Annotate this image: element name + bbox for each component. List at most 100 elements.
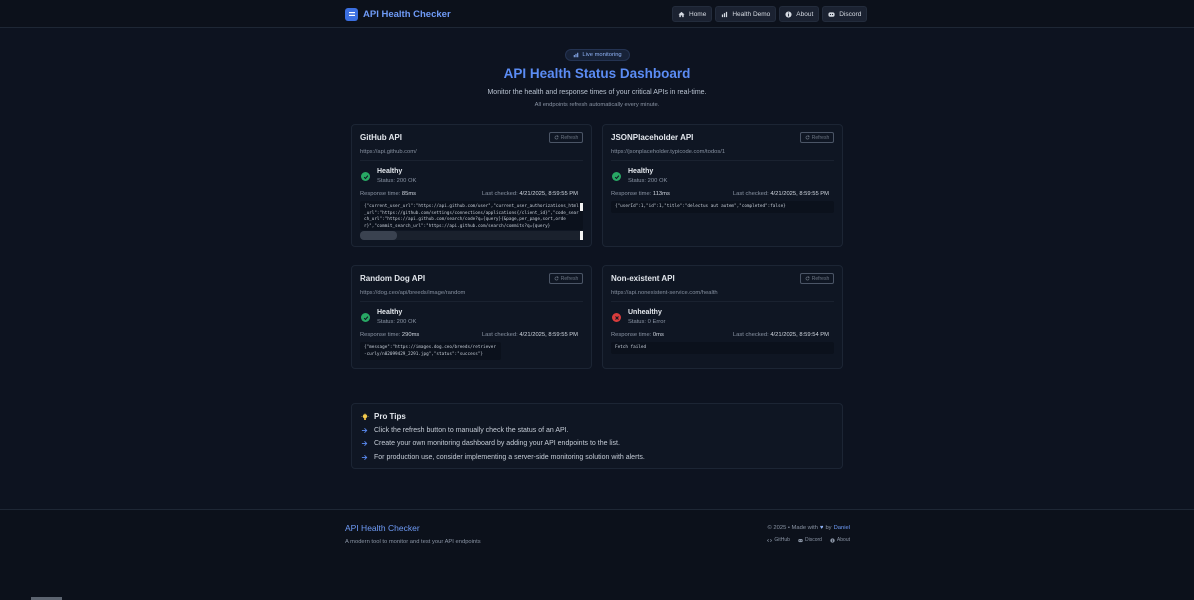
response-time-label: Response time: <box>360 332 401 338</box>
divider <box>360 160 583 161</box>
pro-tips-title: Pro Tips <box>374 412 406 421</box>
last-checked: Last checked: 4/21/2025, 8:59:54 PM <box>733 332 829 338</box>
code-icon <box>767 538 773 542</box>
refresh-label: Refresh <box>560 275 579 282</box>
refresh-icon <box>805 276 810 281</box>
response-text: Fetch failed <box>615 345 647 350</box>
divider <box>360 301 583 302</box>
tip-item: For production use, consider implementin… <box>361 454 645 461</box>
discord-icon <box>828 11 835 17</box>
status-label: Healthy <box>377 309 403 316</box>
response-time-label: Response time: <box>360 191 401 197</box>
status-code: Status: 200 OK <box>628 178 668 184</box>
response-time-label: Response time: <box>611 191 652 197</box>
last-checked-label: Last checked: <box>481 191 518 197</box>
status-code: Status: 200 OK <box>377 319 417 325</box>
footer-link-github[interactable]: GitHub <box>767 537 790 543</box>
refresh-button[interactable]: Refresh <box>800 132 834 143</box>
refresh-label: Refresh <box>811 134 830 141</box>
divider <box>611 160 834 161</box>
footer-link-label: About <box>836 537 850 543</box>
nav-discord-label: Discord <box>839 10 862 18</box>
refresh-icon <box>554 276 559 281</box>
nav-about-label: About <box>796 10 814 18</box>
last-checked-label: Last checked: <box>732 332 769 338</box>
nav-discord[interactable]: Discord <box>822 6 868 22</box>
last-checked: Last checked: 4/21/2025, 8:59:55 PM <box>482 191 578 197</box>
api-url: https://api.nonexistent-service.com/heal… <box>611 290 718 296</box>
response-time: Response time: 0ms <box>611 332 664 338</box>
arrow-right-icon <box>361 441 368 446</box>
last-checked: Last checked: 4/21/2025, 8:59:55 PM <box>482 332 578 338</box>
response-body[interactable]: {"message":"https://images.dog.ceo/breed… <box>360 342 501 360</box>
page-subtitle: Monitor the health and response times of… <box>487 89 707 96</box>
status-code: Status: 200 OK <box>377 178 417 184</box>
check-icon <box>612 172 621 181</box>
page-title: API Health Status Dashboard <box>503 66 691 81</box>
by-text: by <box>825 525 832 531</box>
response-body[interactable]: {"userId":1,"id":1,"title":"delectus aut… <box>611 201 834 213</box>
api-url: https://api.github.com/ <box>360 149 417 155</box>
bar-chart-icon <box>722 11 728 17</box>
author-link[interactable]: Daniel <box>834 525 850 531</box>
divider <box>611 301 834 302</box>
footer-link-about[interactable]: About <box>830 537 850 543</box>
response-body[interactable]: Fetch failed <box>611 342 834 354</box>
api-url: https://jsonplaceholder.typicode.com/tod… <box>611 149 726 155</box>
refresh-button[interactable]: Refresh <box>549 273 583 284</box>
info-icon <box>830 537 835 543</box>
last-checked-label: Last checked: <box>481 332 518 338</box>
response-time: Response time: 85ms <box>360 191 416 197</box>
logo-icon <box>345 7 358 21</box>
response-time-value: 290ms <box>401 332 420 338</box>
status-code: Status: 0 Error <box>628 319 666 325</box>
refresh-label: Refresh <box>811 275 830 282</box>
scrollbar-thumb[interactable] <box>360 231 397 240</box>
footer-tagline: A modern tool to monitor and test your A… <box>345 539 481 545</box>
status-label: Unhealthy <box>628 309 662 316</box>
heart-icon: ♥ <box>819 525 824 531</box>
footer-links: GitHub Discord About <box>767 537 850 543</box>
arrow-right-icon <box>361 428 368 433</box>
last-checked-value: 4/21/2025, 8:59:55 PM <box>519 332 578 338</box>
last-checked-value: 4/21/2025, 8:59:55 PM <box>770 191 829 197</box>
live-monitoring-label: Live monitoring <box>582 52 622 58</box>
nav-health-demo[interactable]: Health Demo <box>715 6 777 22</box>
response-text: {"current_user_url":"https://api.github.… <box>364 204 579 230</box>
home-icon <box>678 11 685 17</box>
response-time: Response time: 290ms <box>360 332 419 338</box>
lightbulb-icon <box>361 412 369 420</box>
refresh-button[interactable]: Refresh <box>800 273 834 284</box>
response-time: Response time: 113ms <box>611 191 670 197</box>
refresh-label: Refresh <box>560 134 579 141</box>
last-checked-value: 4/21/2025, 8:59:54 PM <box>770 332 829 338</box>
response-body[interactable]: {"current_user_url":"https://api.github.… <box>360 201 583 230</box>
check-icon <box>361 313 370 322</box>
info-icon <box>785 10 792 18</box>
pro-tips-panel: Pro Tips Click the refresh button to man… <box>351 403 843 469</box>
horizontal-scrollbar[interactable] <box>360 231 583 240</box>
pro-tips-header: Pro Tips <box>361 412 406 421</box>
api-card-jsonplaceholder: JSONPlaceholder API Refresh https://json… <box>602 124 843 247</box>
response-time-label: Response time: <box>611 332 652 338</box>
refresh-icon <box>805 135 810 140</box>
tip-item: Create your own monitoring dashboard by … <box>361 440 620 447</box>
status-label: Healthy <box>628 168 654 175</box>
api-card-nonexistent: Non-existent API Refresh https://api.non… <box>602 265 843 369</box>
footer-link-discord[interactable]: Discord <box>798 537 822 543</box>
vertical-scrollbar[interactable] <box>580 203 583 211</box>
api-url: https://dog.ceo/api/breeds/image/random <box>360 290 466 296</box>
footer-brand[interactable]: API Health Checker <box>345 523 420 533</box>
response-time-value: 85ms <box>401 191 417 197</box>
response-text: {"userId":1,"id":1,"title":"delectus aut… <box>615 204 786 209</box>
api-card-title: JSONPlaceholder API <box>611 133 694 142</box>
nav-health-demo-label: Health Demo <box>732 10 771 18</box>
nav-home[interactable]: Home <box>672 6 713 22</box>
response-text: {"message":"https://images.dog.ceo/breed… <box>364 345 496 357</box>
refresh-button[interactable]: Refresh <box>549 132 583 143</box>
nav-about[interactable]: About <box>779 6 820 22</box>
bar-chart-icon <box>574 52 579 58</box>
discord-icon <box>798 538 803 542</box>
footer-link-label: GitHub <box>774 537 790 543</box>
brand-link[interactable]: API Health Checker <box>345 7 451 21</box>
